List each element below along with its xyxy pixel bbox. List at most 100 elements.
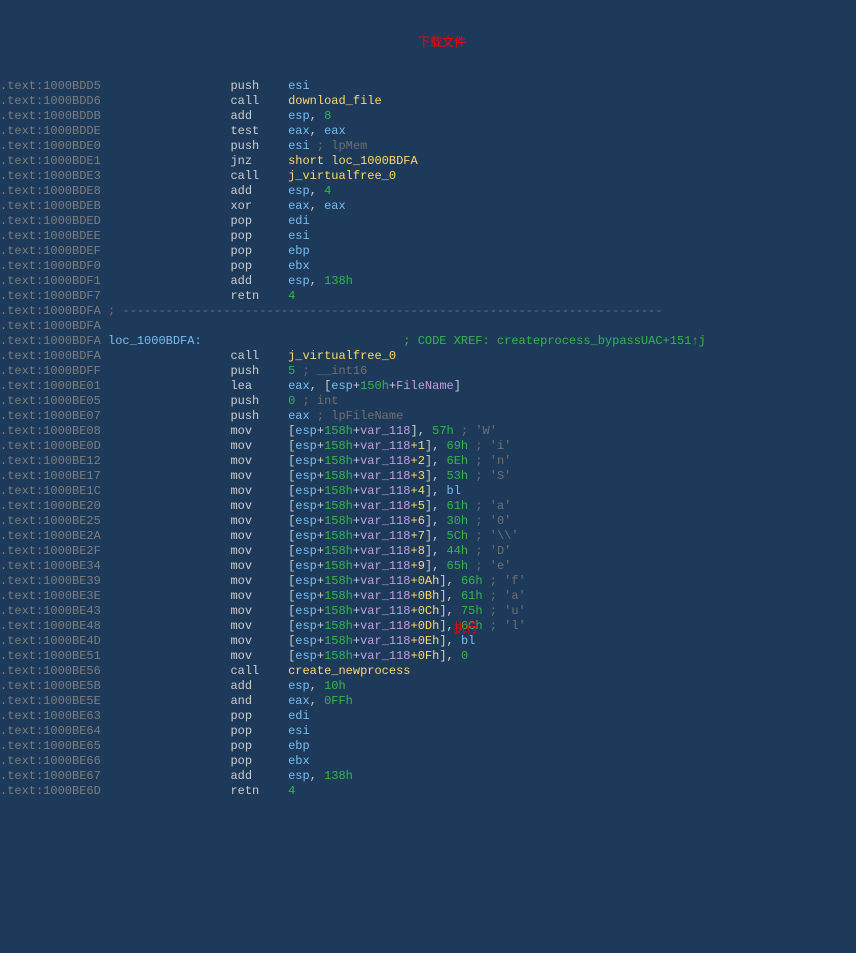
operand-var: var_118 <box>360 484 410 498</box>
operand-num: 138h <box>324 769 353 783</box>
operand-num: 158h <box>324 439 353 453</box>
operand-off: +9 <box>411 559 425 573</box>
operand-func: j_virtualfree_0 <box>288 169 396 183</box>
operand-txt: + <box>317 604 324 618</box>
operand-reg: esp <box>295 499 317 513</box>
section-address: .text:1000BE08 <box>0 424 101 438</box>
operand-txt: ], <box>425 529 447 543</box>
operand-txt: + <box>317 499 324 513</box>
asm-line: .text:1000BE5B add esp, 10h <box>0 679 856 694</box>
asm-line: .text:1000BDEE pop esi <box>0 229 856 244</box>
operand-off: +0Ch <box>411 604 440 618</box>
mnemonic: push <box>230 409 288 423</box>
operand-num: 138h <box>324 274 353 288</box>
asm-line: .text:1000BDF0 pop ebx <box>0 259 856 274</box>
operand-txt: + <box>353 514 360 528</box>
operand-func: download_file <box>288 94 382 108</box>
operand-txt: + <box>353 634 360 648</box>
operand-num: 158h <box>324 514 353 528</box>
section-address: .text:1000BDDB <box>0 109 101 123</box>
operand-var: var_118 <box>360 559 410 573</box>
operand-num: 158h <box>324 559 353 573</box>
section-address: .text:1000BDF0 <box>0 259 101 273</box>
operand-txt: + <box>317 469 324 483</box>
operand-txt: , <box>310 274 324 288</box>
inline-char-comment: ; 'D' <box>468 544 511 558</box>
asm-line: .text:1000BE2F mov [esp+158h+var_118+8],… <box>0 544 856 559</box>
operand-off: +4 <box>411 484 425 498</box>
asm-line: .text:1000BE56 call create_newprocess <box>0 664 856 679</box>
section-address: .text:1000BDED <box>0 214 101 228</box>
operand-reg: esp <box>288 184 310 198</box>
mnemonic: jnz <box>230 154 288 168</box>
operand-txt: + <box>317 589 324 603</box>
operand-txt: ] <box>454 379 461 393</box>
mnemonic: pop <box>230 244 288 258</box>
operand-var: var_118 <box>360 574 410 588</box>
operand-var: var_118 <box>360 469 410 483</box>
operand-num: 8 <box>324 109 331 123</box>
mnemonic: lea <box>230 379 288 393</box>
operand-num: 150h <box>360 379 389 393</box>
inline-char-comment: ; 'f' <box>483 574 526 588</box>
asm-line: .text:1000BDEB xor eax, eax <box>0 199 856 214</box>
inline-char-comment: ; 'S' <box>468 469 511 483</box>
operand-reg: esp <box>295 454 317 468</box>
operand-txt: , <box>310 679 324 693</box>
operand-var: var_118 <box>360 619 410 633</box>
asm-line: .text:1000BE51 mov [esp+158h+var_118+0Fh… <box>0 649 856 664</box>
operand-txt: , [ <box>310 379 332 393</box>
mnemonic: test <box>230 124 288 138</box>
asm-line: .text:1000BDE3 call j_virtualfree_0 <box>0 169 856 184</box>
operand-txt: ], <box>439 604 461 618</box>
asm-line: .text:1000BE63 pop edi <box>0 709 856 724</box>
inline-char-comment: ; 'n' <box>468 454 511 468</box>
asm-line: .text:1000BDE0 push esi ; lpMem <box>0 139 856 154</box>
operand-reg: esp <box>295 439 317 453</box>
section-address: .text:1000BE20 <box>0 499 101 513</box>
code-xref: ; CODE XREF: createprocess_bypassUAC+151… <box>403 334 705 348</box>
section-address: .text:1000BE1C <box>0 484 101 498</box>
section-address: .text:1000BE48 <box>0 619 101 633</box>
operand-txt: + <box>317 559 324 573</box>
section-address: .text:1000BDDE <box>0 124 101 138</box>
mnemonic: mov <box>230 424 288 438</box>
operand-txt: ], <box>425 484 447 498</box>
operand-txt: ], <box>439 574 461 588</box>
section-address: .text:1000BE01 <box>0 379 101 393</box>
operand-txt: + <box>353 424 360 438</box>
mnemonic: mov <box>230 559 288 573</box>
operand-reg: esp <box>295 544 317 558</box>
operand-txt: + <box>353 619 360 633</box>
section-address: .text:1000BE12 <box>0 454 101 468</box>
operand-txt: + <box>353 649 360 663</box>
operand-off: +0Ah <box>411 574 440 588</box>
section-address: .text:1000BE43 <box>0 604 101 618</box>
operand-reg: esp <box>295 574 317 588</box>
mnemonic: mov <box>230 589 288 603</box>
operand-num: 61h <box>447 499 469 513</box>
operand-txt: ], <box>425 559 447 573</box>
section-address: .text:1000BE39 <box>0 574 101 588</box>
mnemonic: pop <box>230 724 288 738</box>
operand-reg: ebp <box>288 244 310 258</box>
operand-txt: + <box>353 499 360 513</box>
section-address: .text:1000BE66 <box>0 754 101 768</box>
mnemonic: push <box>230 394 288 408</box>
location-label: loc_1000BDFA: <box>108 334 202 348</box>
asm-line: .text:1000BDD6 call download_file <box>0 94 856 109</box>
asm-line: .text:1000BDFF push 5 ; __int16 <box>0 364 856 379</box>
asm-line: .text:1000BDF7 retn 4 <box>0 289 856 304</box>
operand-off: +5 <box>411 499 425 513</box>
mnemonic: mov <box>230 649 288 663</box>
mnemonic: retn <box>230 784 288 798</box>
operand-num: 0FFh <box>324 694 353 708</box>
mnemonic: call <box>230 664 288 678</box>
section-address: .text:1000BE65 <box>0 739 101 753</box>
operand-num: 5Ch <box>447 529 469 543</box>
operand-txt: + <box>353 574 360 588</box>
section-address: .text:1000BDF7 <box>0 289 101 303</box>
comment: ; lpMem <box>317 139 367 153</box>
mnemonic: add <box>230 679 288 693</box>
operand-num: 158h <box>324 469 353 483</box>
